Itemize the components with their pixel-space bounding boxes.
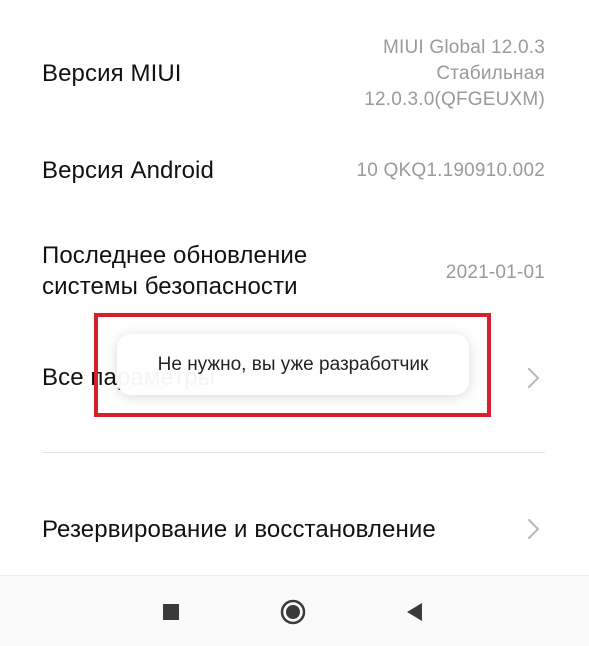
chevron-right-icon [528, 368, 539, 388]
circle-icon[interactable] [279, 598, 307, 626]
backup-restore-row[interactable]: Резервирование и восстановление [42, 512, 545, 552]
android-version-value: 10 QKQ1.190910.002 [356, 160, 545, 181]
security-update-label-line-1: Последнее обновление [42, 242, 308, 269]
android-version-row[interactable]: Версия Android 10 QKQ1.190910.002 [42, 150, 545, 200]
chevron-right-icon [528, 519, 539, 539]
square-icon[interactable] [157, 598, 185, 626]
backup-restore-label: Резервирование и восстановление [42, 516, 436, 543]
navigation-bar [0, 575, 589, 646]
miui-version-row[interactable]: Версия MIUI MIUI Global 12.0.3 Стабильна… [42, 30, 545, 140]
miui-version-label: Версия MIUI [42, 60, 182, 87]
android-version-label: Версия Android [42, 157, 214, 184]
security-update-value: 2021-01-01 [445, 262, 545, 283]
section-divider [42, 452, 545, 453]
security-update-label-line-2: системы безопасности [42, 273, 298, 300]
security-update-label: Последнее обновление системы безопасност… [42, 240, 307, 302]
triangle-back-icon[interactable] [401, 598, 429, 626]
toast-message: Не нужно, вы уже разработчик [117, 334, 469, 395]
miui-version-value: MIUI Global 12.0.3 Стабильная 12.0.3.0(Q… [364, 35, 545, 113]
miui-version-value-line-2: Стабильная [436, 63, 545, 84]
about-phone-screen: Версия MIUI MIUI Global 12.0.3 Стабильна… [0, 0, 589, 646]
miui-version-value-line-3: 12.0.3.0(QFGEUXM) [364, 89, 545, 110]
toast-text: Не нужно, вы уже разработчик [157, 354, 429, 375]
security-update-row[interactable]: Последнее обновление системы безопасност… [42, 240, 545, 310]
miui-version-value-line-1: MIUI Global 12.0.3 [382, 37, 545, 58]
